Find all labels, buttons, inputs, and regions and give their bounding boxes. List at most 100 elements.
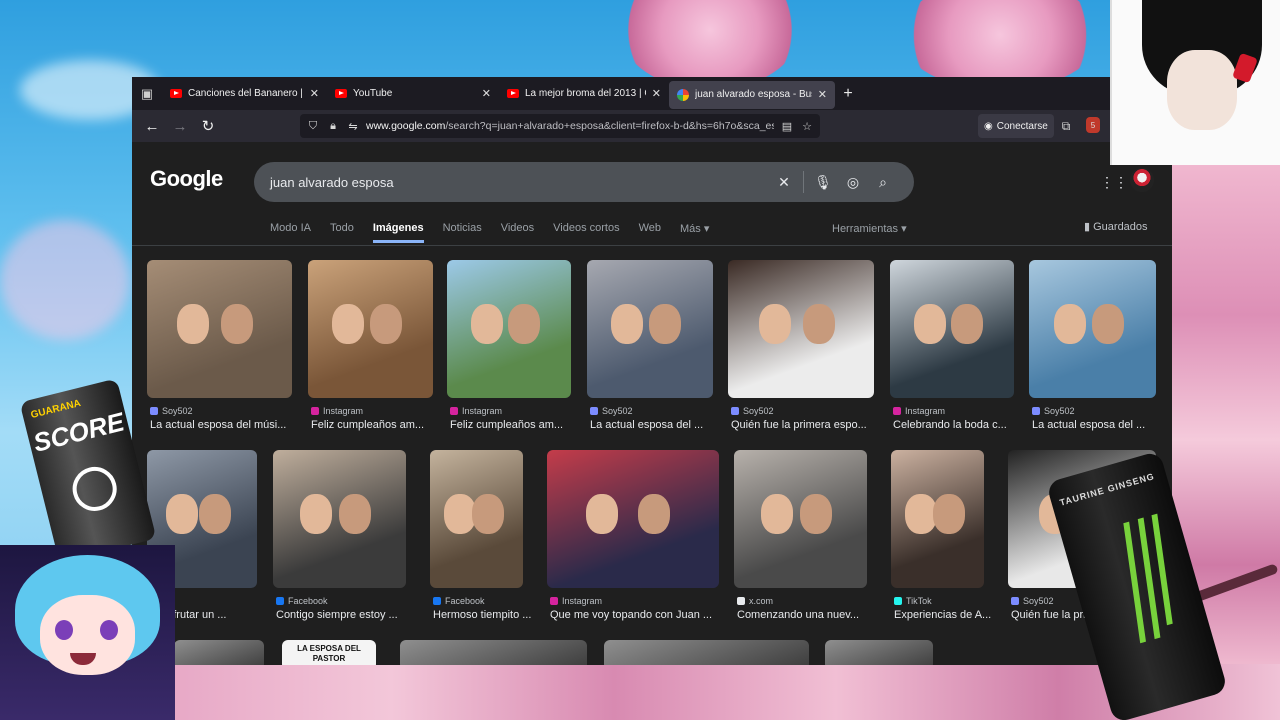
row3-image-2[interactable] [400,640,587,665]
address-bar[interactable]: ⛉ 🔒︎ ⇋ www.google.com/search?q=juan+alva… [300,114,820,138]
source-name: Soy502 [1023,596,1054,606]
row1-image-3[interactable] [587,260,713,398]
row3-image-3[interactable] [604,640,809,665]
tools-button[interactable]: Herramientas ▾ [832,222,907,235]
tab-todo[interactable]: Todo [330,222,354,243]
image-caption[interactable]: Quién fue la primera espo... [731,419,887,431]
permissions-icon[interactable]: ⇋ [346,119,360,133]
lock-icon[interactable]: 🔒︎ [326,119,340,133]
source-label[interactable]: x.com [737,596,773,606]
source-label[interactable]: Soy502 [1032,406,1075,416]
tab-videos-cortos[interactable]: Videos cortos [553,222,619,243]
shield-icon[interactable]: ⛉ [306,119,320,133]
search-box[interactable]: juan alvarado esposa ✕ 🎙︎ ◎ ⌕ [254,162,914,202]
avatar[interactable] [1130,168,1154,192]
forward-icon[interactable]: → [168,114,192,138]
back-icon[interactable]: ← [140,114,164,138]
tab-videos[interactable]: Videos [501,222,534,243]
row1-image-2[interactable] [447,260,571,398]
ublock-icon[interactable]: 5 [1086,117,1100,133]
tab-modo-ia[interactable]: Modo IA [270,222,311,243]
row1-image-0[interactable] [147,260,292,398]
source-label[interactable]: Facebook [276,596,328,606]
tab-canciones[interactable]: Canciones del Bananero | Grand ✕ [162,77,327,110]
tab-google-search[interactable]: juan alvarado esposa - Buscar c ✕ [669,80,835,109]
close-icon[interactable]: ✕ [482,87,491,100]
saved-label: Guardados [1093,221,1148,233]
row2-image-3[interactable] [547,450,719,588]
source-name: Soy502 [1044,406,1075,416]
google-logo[interactable]: Google [150,166,223,192]
image-caption[interactable]: La actual esposa del músi... [150,419,305,431]
close-icon[interactable]: ✕ [310,87,319,100]
row3-image-1[interactable]: LA ESPOSA DEL PASTOR [282,640,376,665]
row2-image-4[interactable] [734,450,867,588]
url-text[interactable]: www.google.com/search?q=juan+alvarado+es… [366,120,774,132]
image-caption[interactable]: La actual esposa del ... [590,419,726,431]
eye-decoration [100,620,118,640]
youtube-icon [170,89,182,98]
image-caption[interactable]: Hermoso tiempito ... [433,609,536,621]
search-icon[interactable]: ⌕ [868,174,898,191]
saved-button[interactable]: ▮ Guardados [1084,220,1148,233]
row1-image-5[interactable] [890,260,1014,398]
source-label[interactable]: Instagram [450,406,502,416]
tab-noticias[interactable]: Noticias [443,222,482,243]
filter-tabs: Modo IA Todo Imágenes Noticias Videos Vi… [270,222,709,243]
image-caption[interactable]: Comenzando una nuev... [737,609,880,621]
image-caption[interactable]: La actual esposa del ... [1032,419,1169,431]
browser-window: ▣ Canciones del Bananero | Grand ✕ YouTu… [132,77,1172,665]
row2-image-2[interactable] [430,450,523,588]
source-label[interactable]: Soy502 [1011,596,1054,606]
source-icon [311,407,319,415]
source-label[interactable]: TikTok [894,596,932,606]
reader-view-icon[interactable]: ▤ [780,119,794,133]
tab-imagenes[interactable]: Imágenes [372,222,424,243]
row3-image-4[interactable] [825,640,933,665]
source-label[interactable]: Soy502 [731,406,774,416]
connect-button[interactable]: ◉ Conectarse [978,114,1054,138]
image-caption[interactable]: Que me voy topando con Juan ... [550,609,732,621]
image-caption[interactable]: Contigo siempre estoy ... [276,609,419,621]
source-label[interactable]: Instagram [311,406,363,416]
microphone-icon[interactable]: 🎙︎ [808,174,838,191]
can-text-label: TAURINE GINSENG [1058,471,1156,508]
row2-image-5[interactable] [891,450,984,588]
extensions-icon[interactable]: ⧉ [1056,116,1076,136]
tab-web[interactable]: Web [639,222,661,243]
row1-image-4[interactable] [728,260,874,398]
row1-image-6[interactable] [1029,260,1156,398]
face-thumbnail-decoration [220,304,253,345]
tab-broma[interactable]: La mejor broma del 2013 | Cola ✕ [499,77,669,110]
source-label[interactable]: Soy502 [590,406,633,416]
row1-image-1[interactable] [308,260,433,398]
clear-icon[interactable]: ✕ [769,174,799,191]
tab-title: La mejor broma del 2013 | Cola [525,88,646,99]
search-input[interactable]: juan alvarado esposa [270,175,769,190]
source-label[interactable]: Instagram [550,596,602,606]
close-icon[interactable]: ✕ [818,88,827,101]
tab-mas[interactable]: Más ▾ [680,222,709,243]
image-caption[interactable]: Feliz cumpleaños am... [450,419,584,431]
chibi-avatar-overlay [0,545,175,720]
row2-image-1[interactable] [273,450,406,588]
source-label[interactable]: Instagram [893,406,945,416]
row3-image-0[interactable] [174,640,264,665]
source-label[interactable]: Soy502 [150,406,193,416]
face-thumbnail-decoration [332,304,364,345]
bookmark-star-icon[interactable]: ☆ [800,119,814,133]
image-caption[interactable]: Experiencias de A... [894,609,997,621]
tab-youtube[interactable]: YouTube ✕ [327,77,499,110]
face-thumbnail-decoration [649,304,682,345]
source-label[interactable]: Facebook [433,596,485,606]
reload-icon[interactable]: ↻ [196,114,220,138]
source-icon [894,597,902,605]
lens-icon[interactable]: ◎ [838,174,868,191]
url-path: /search?q=juan+alvarado+esposa&client=fi… [445,120,774,132]
image-caption[interactable]: Celebrando la boda c... [893,419,1027,431]
tab-list-icon[interactable]: ▣ [132,77,162,110]
new-tab-icon[interactable]: + [835,85,861,103]
image-caption[interactable]: Feliz cumpleaños am... [311,419,446,431]
face-thumbnail-decoration [177,304,210,345]
close-icon[interactable]: ✕ [652,87,661,100]
